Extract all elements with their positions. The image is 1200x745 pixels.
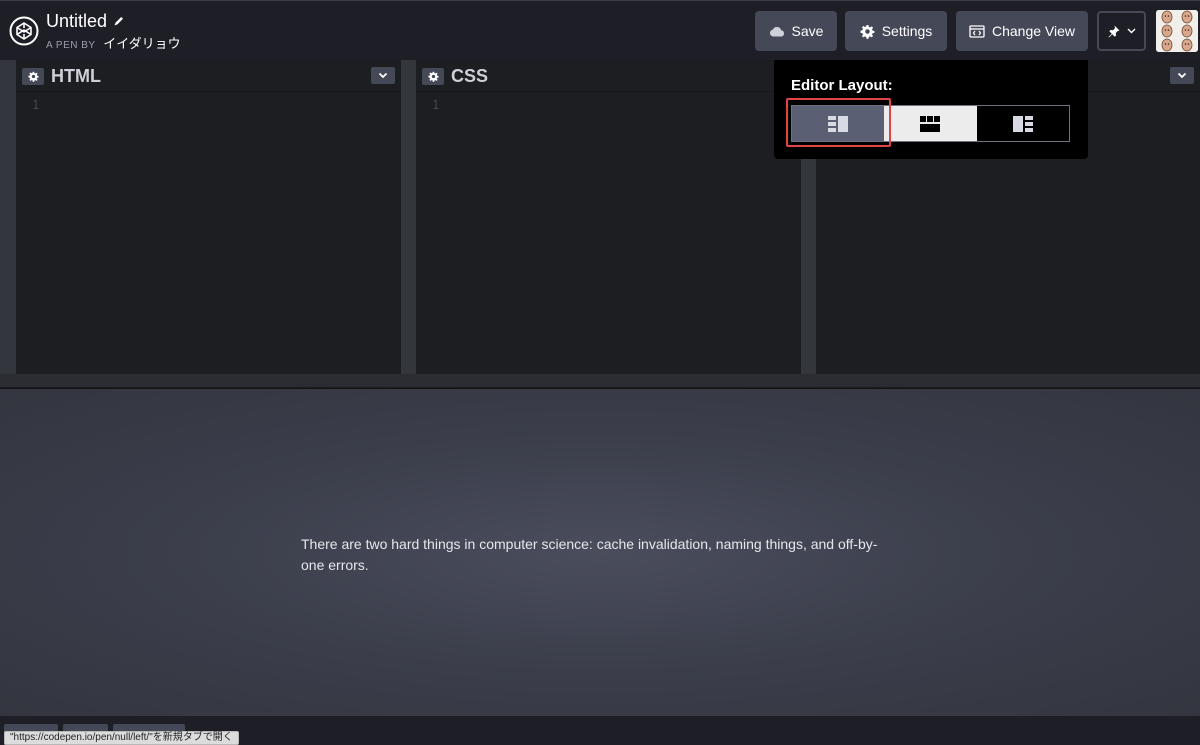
css-editor-title: CSS [451,66,489,86]
css-line-number: 1 [432,98,440,112]
html-editor-dropdown[interactable] [371,67,395,84]
preview-text: There are two hard things in computer sc… [301,536,878,573]
html-editor-header: HTML [16,60,401,92]
pin-icon [1108,25,1119,37]
selected-layout-highlight [786,98,891,147]
save-button[interactable]: Save [755,11,837,51]
chevron-down-icon [1127,28,1135,34]
editor-left-edge[interactable] [0,60,16,374]
html-editor-title: HTML [51,66,101,86]
css-editor[interactable]: CSS 1 [416,60,801,374]
change-view-icon [969,24,985,38]
pen-title-group: Untitled A PEN BY イイダリョウ [46,10,181,52]
change-view-button[interactable]: Change View [956,11,1088,51]
avatar-image-icon [1156,10,1198,52]
codepen-logo-icon[interactable] [9,16,39,46]
layout-top-button[interactable] [884,106,977,141]
chevron-down-icon [378,72,388,79]
pen-author-line: A PEN BY イイダリョウ [46,33,181,52]
css-settings-button[interactable] [422,68,444,85]
layout-top-icon [920,115,941,132]
pen-by-label: A PEN BY [46,40,96,51]
top-header: Untitled A PEN BY イイダリョウ Save Settings C… [0,0,1200,60]
preview-pane: There are two hard things in computer sc… [0,389,1200,716]
status-url-tooltip: "https://codepen.io/pen/null/left/"を新規タブ… [4,731,239,745]
settings-button[interactable]: Settings [845,11,947,51]
pen-title-text[interactable]: Untitled [46,10,107,32]
gear-icon [427,71,439,82]
author-link[interactable]: イイダリョウ [103,36,180,51]
html-settings-button[interactable] [22,68,44,85]
css-editor-header: CSS [416,60,801,92]
pen-title[interactable]: Untitled [46,10,181,32]
settings-label: Settings [881,23,933,39]
js-editor-dropdown[interactable] [1170,67,1194,84]
user-avatar[interactable] [1156,10,1198,52]
pencil-edit-icon[interactable] [113,15,125,27]
gear-icon [860,24,875,39]
layout-right-button[interactable] [976,106,1069,141]
editor-resizer-1[interactable] [401,60,416,374]
cloud-icon [769,26,784,36]
pin-menu-button[interactable] [1097,11,1146,51]
html-line-number: 1 [32,98,40,112]
preview-resizer[interactable] [0,374,1200,388]
html-editor[interactable]: HTML 1 [16,60,401,374]
save-label: Save [791,23,824,39]
chevron-down-icon [1177,72,1187,79]
gear-icon [27,71,39,82]
editor-layout-title: Editor Layout: [791,77,893,94]
change-view-label: Change View [991,23,1076,39]
layout-right-icon [1012,115,1033,132]
